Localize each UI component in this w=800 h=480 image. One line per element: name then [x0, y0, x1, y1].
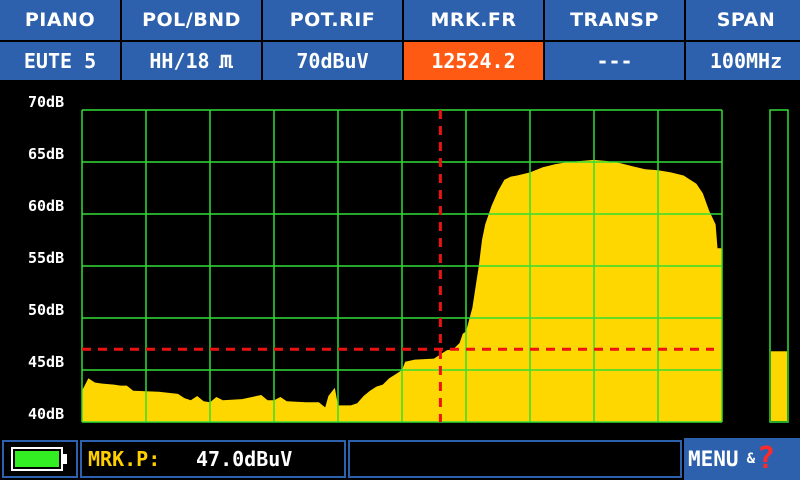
header-value-piano: EUTE 5: [0, 42, 120, 80]
header-col-mrk-fr[interactable]: MRK.FR 12524.2: [404, 0, 543, 82]
header-label-piano: PIANO: [0, 0, 120, 40]
marker-power-label: MRK.P:: [88, 447, 161, 471]
header-value-pot-rif: 70dBuV: [263, 42, 402, 80]
header-col-span[interactable]: SPAN 100MHz: [686, 0, 800, 82]
header-label-span: SPAN: [686, 0, 800, 40]
marker-power-readout: MRK.P: 47.0dBuV: [80, 440, 346, 478]
header-value-pol-bnd: HH/18: [122, 42, 261, 80]
header-col-piano[interactable]: PIANO EUTE 5: [0, 0, 120, 82]
level-bar-fill: [771, 351, 787, 421]
pulse-icon: [218, 54, 233, 68]
header-col-pot-rif[interactable]: POT.RIF 70dBuV: [263, 0, 402, 82]
header-label-pot-rif: POT.RIF: [263, 0, 402, 40]
header-value-span: 100MHz: [686, 42, 800, 80]
header-bar: PIANO EUTE 5 POL/BND HH/18 POT.RIF 70dBu…: [0, 0, 800, 82]
header-label-transp: TRANSP: [545, 0, 684, 40]
battery-panel: [2, 440, 78, 478]
header-col-transp[interactable]: TRANSP ---: [545, 0, 684, 82]
header-value-transp: ---: [545, 42, 684, 80]
header-col-pol-bnd[interactable]: POL/BND HH/18: [122, 0, 261, 82]
spectrum-area: 70dB 65dB 60dB 55dB 50dB 45dB 40dB: [0, 84, 800, 438]
pol-bnd-text: HH/18: [149, 49, 210, 73]
status-field: [348, 440, 682, 478]
header-label-mrk-fr: MRK.FR: [404, 0, 543, 40]
header-value-mrk-fr: 12524.2: [404, 42, 543, 80]
menu-help-button[interactable]: MENU & ?: [684, 438, 800, 480]
menu-amp: &: [746, 451, 756, 467]
spectrum-plot[interactable]: [0, 84, 800, 438]
footer-bar: MRK.P: 47.0dBuV MENU & ?: [0, 438, 800, 480]
help-icon: ?: [757, 441, 776, 476]
marker-power-value: 47.0dBuV: [196, 447, 293, 471]
menu-label: MENU: [688, 447, 739, 471]
header-label-pol-bnd: POL/BND: [122, 0, 261, 40]
battery-icon: [11, 447, 67, 471]
